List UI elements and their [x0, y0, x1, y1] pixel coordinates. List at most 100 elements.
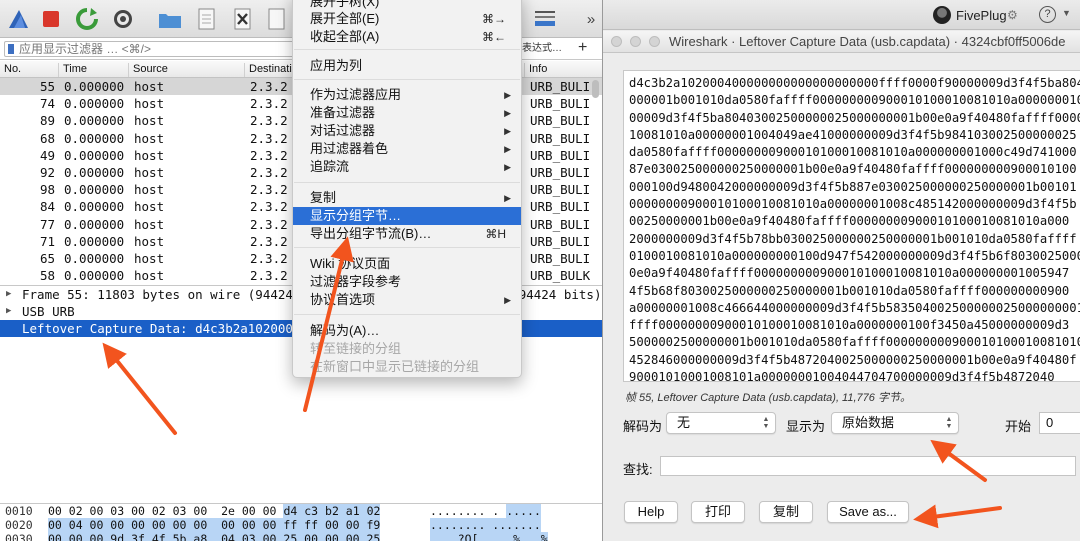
profile-avatar[interactable] — [933, 6, 951, 24]
stop-capture-icon[interactable] — [38, 6, 64, 32]
menu-item[interactable]: 应用为列 — [293, 57, 521, 75]
decode-as-select[interactable]: 无 ▲ ▼ — [666, 412, 776, 434]
profile-settings-icon[interactable]: ⚙︎ — [1007, 8, 1018, 22]
copy-button[interactable]: 复制 — [759, 501, 813, 523]
submenu-arrow-icon: ▶ — [504, 90, 511, 100]
menu-item[interactable]: 准备过滤器 ▶ — [293, 104, 521, 122]
menu-separator — [294, 247, 520, 248]
column-source[interactable]: Source — [128, 63, 168, 77]
packet-source: host — [134, 250, 165, 266]
open-folder-icon[interactable] — [157, 6, 183, 32]
bytes-row: 0020 00 04 00 00 00 00 00 00 00 00 00 ff … — [0, 518, 602, 532]
menu-item-shortcut: ⌘H — [485, 227, 506, 241]
close-window-button[interactable] — [611, 36, 622, 47]
show-as-select[interactable]: 原始数据 ▲ ▼ — [831, 412, 959, 434]
bytes-ascii-plain: ........ . — [430, 504, 500, 518]
minimize-window-button[interactable] — [630, 36, 641, 47]
help-icon[interactable]: ? — [1039, 6, 1056, 23]
filter-expression-button[interactable]: 表达式… — [522, 41, 566, 57]
display-filter-input[interactable]: 应用显示过滤器 … <⌘/> — [4, 41, 300, 57]
packet-destination: 2.3.2 — [250, 96, 288, 112]
bookmark-icon[interactable] — [8, 44, 14, 54]
hex-line: 0100010081010a000000000100d947f542000000… — [629, 248, 1080, 263]
main-toolbar-right: FivePlug ⚙︎ ? ▼ — [603, 0, 1080, 30]
zoom-window-button[interactable] — [649, 36, 660, 47]
menu-item[interactable]: 收起全部(A) ⌘← — [293, 28, 521, 46]
bytes-ascii[interactable]: ........ ....... — [430, 518, 541, 532]
expand-triangle-icon[interactable]: ▶ — [6, 303, 11, 320]
menu-item[interactable]: 用过滤器着色 ▶ — [293, 140, 521, 158]
packet-source: host — [134, 233, 165, 249]
menu-item-label: 导出分组字节流(B)… — [310, 226, 432, 241]
hex-line: a00000001008c466644000000009d3f4f5b58350… — [629, 300, 1080, 315]
save-as-button[interactable]: Save as... — [827, 501, 909, 523]
packet-info: URB_BULI — [530, 147, 591, 163]
reload-file-icon[interactable] — [263, 6, 289, 32]
packet-no: 98 — [39, 182, 55, 198]
menu-item[interactable]: 过滤器字段参考 — [293, 273, 521, 291]
bytes-offset: 0010 — [5, 504, 33, 518]
decode-as-label: 解码为 — [623, 419, 663, 434]
find-input[interactable] — [660, 456, 1076, 476]
colorize-icon[interactable] — [532, 6, 558, 32]
help-button[interactable]: Help — [624, 501, 678, 523]
scrollbar-thumb[interactable] — [592, 80, 599, 98]
submenu-arrow-icon: ▶ — [504, 108, 511, 118]
menu-item[interactable]: 复制 ▶ — [293, 189, 521, 207]
packet-list-scrollbar[interactable] — [591, 78, 600, 278]
packet-source: host — [134, 96, 165, 112]
chevron-down-icon[interactable]: ▼ — [1062, 8, 1071, 18]
packet-source: host — [134, 164, 165, 180]
shark-fin-icon[interactable] — [6, 6, 32, 32]
hex-line: 0e0a9f40480faffff00000000090001010001008… — [629, 266, 1070, 281]
menu-item[interactable]: 作为过滤器应用 ▶ — [293, 86, 521, 104]
restart-capture-icon[interactable] — [74, 6, 100, 32]
frame-info-text: 帧 55, Leftover Capture Data (usb.capdata… — [625, 392, 911, 404]
packet-no: 58 — [39, 268, 55, 284]
decode-as-value: 无 — [677, 415, 691, 430]
menu-item-label: 在新窗口中显示已链接的分组 — [310, 359, 480, 374]
bytes-ascii[interactable]: ....?O[. ...%...% — [430, 532, 548, 541]
menu-separator — [294, 182, 520, 183]
menu-separator — [294, 49, 520, 50]
menu-item[interactable]: 显示分组字节… — [293, 207, 521, 225]
bytes-hex[interactable]: 00 04 00 00 00 00 00 00 00 00 00 ff ff 0… — [48, 518, 381, 532]
capture-data-hex-view[interactable]: d4c3b2a102000400000000000000000000ffff00… — [623, 70, 1080, 382]
menu-item: 在新窗口中显示已链接的分组 — [293, 358, 521, 376]
expand-triangle-icon[interactable]: ▶ — [6, 286, 11, 303]
updown-chevron-icon: ▲ ▼ — [762, 416, 770, 430]
menu-separator — [294, 79, 520, 80]
add-filter-button[interactable]: + — [578, 39, 587, 57]
hex-line: 10081010a00000001004049ae41000000009d3f4… — [629, 127, 1077, 142]
close-file-icon[interactable] — [229, 6, 255, 32]
menu-item-label: 过滤器字段参考 — [310, 274, 402, 289]
menu-item[interactable]: 解码为(A)… — [293, 322, 521, 340]
start-offset-field[interactable]: 0 — [1039, 412, 1080, 434]
packet-no: 92 — [39, 164, 55, 180]
menu-item-label: 展开全部(E) — [310, 11, 380, 26]
column-time[interactable]: Time — [58, 63, 87, 77]
packet-no: 89 — [39, 113, 55, 129]
packet-bytes-pane: 0010 00 02 00 03 00 02 03 00 2e 00 00 d4 c… — [0, 503, 602, 541]
submenu-arrow-icon: ▶ — [504, 126, 511, 136]
menu-item[interactable]: Wiki 协议页面 — [293, 255, 521, 273]
toolbar-overflow-icon[interactable]: » — [578, 6, 602, 32]
menu-item[interactable]: 展开全部(E) ⌘→ — [293, 10, 521, 28]
menu-item[interactable]: 对话过滤器 ▶ — [293, 122, 521, 140]
menu-item[interactable]: 协议首选项 ▶ — [293, 291, 521, 309]
print-button[interactable]: 打印 — [691, 501, 745, 523]
profile-name[interactable]: FivePlug — [956, 8, 1007, 23]
updown-chevron-icon: ▲ ▼ — [945, 416, 953, 430]
bytes-hex[interactable]: 00 00 00 9d 3f 4f 5b a8 04 03 00 25 00 0… — [48, 532, 381, 541]
file-icon[interactable] — [193, 6, 219, 32]
menu-item[interactable]: 导出分组字节流(B)… ⌘H — [293, 225, 521, 243]
column-destination[interactable]: Destinati — [244, 63, 292, 77]
menu-item[interactable]: 追踪流 ▶ — [293, 158, 521, 176]
column-no[interactable]: No. — [0, 63, 21, 77]
bytes-ascii[interactable]: ........ ...... — [430, 504, 541, 518]
hex-line: 4f5b68f8030025000000250000001b001010da05… — [629, 283, 1070, 298]
bytes-hex[interactable]: 00 02 00 03 00 02 03 00 2e 00 00 d4 c3 b2… — [48, 504, 381, 518]
packet-info: URB_BULI — [530, 199, 591, 215]
column-info[interactable]: Info — [524, 63, 547, 77]
gear-icon[interactable] — [110, 6, 136, 32]
